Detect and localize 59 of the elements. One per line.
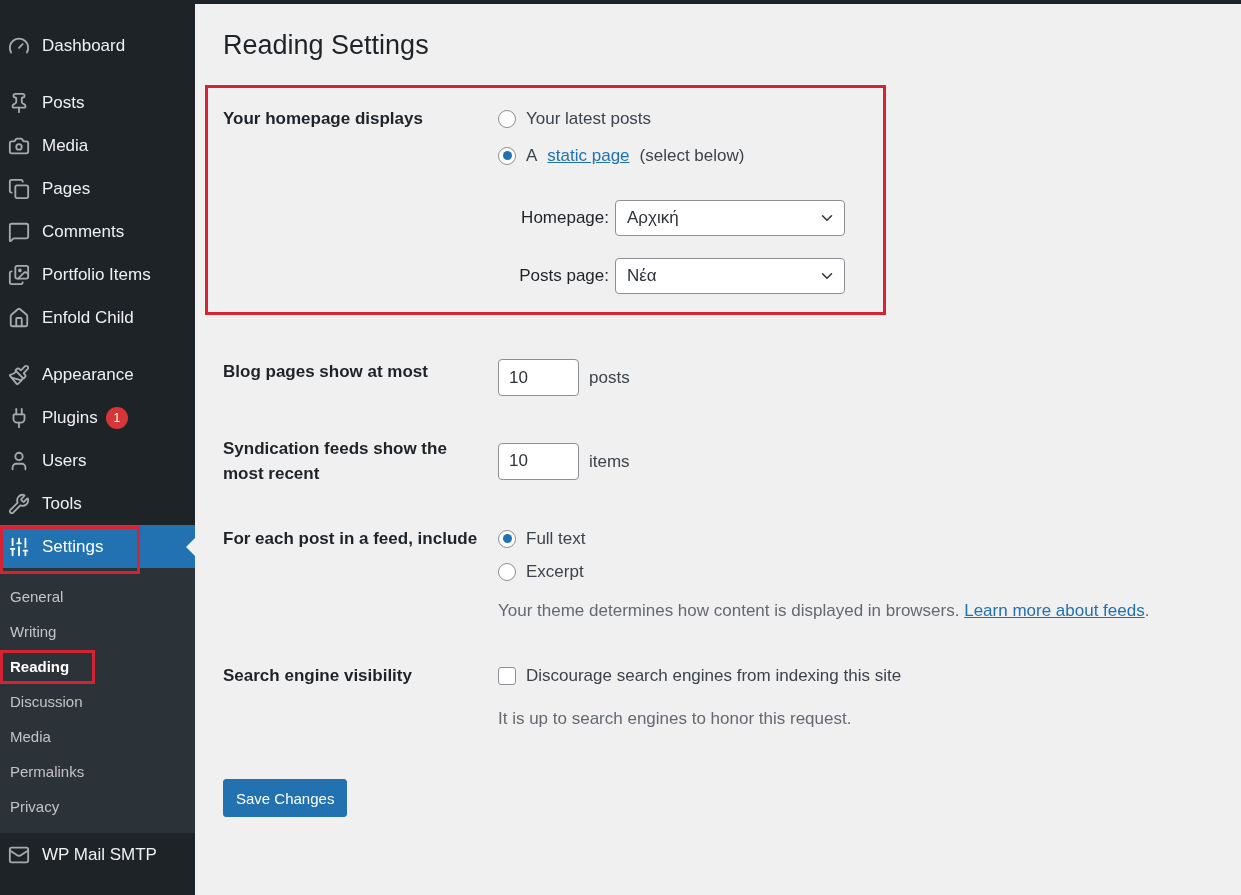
pointer-icon [186, 538, 195, 556]
menu-item[interactable]: Pages [0, 167, 195, 210]
number-field[interactable]: 10 [498, 359, 579, 396]
unit-label: items [589, 450, 630, 473]
pages-icon [8, 177, 30, 200]
menu-item[interactable]: Users [0, 439, 195, 482]
submenu-item[interactable]: Discussion [0, 685, 93, 719]
description-text: Your theme determines how content is displayed in browsers. Learn more about feeds. [498, 600, 1151, 622]
select-label: Posts page: [519, 266, 609, 286]
menu-item[interactable]: Dashboard [0, 24, 195, 67]
speech-bubble-icon [8, 220, 30, 243]
static-page-link[interactable]: static page [547, 143, 630, 168]
submenu-item[interactable]: Reading [0, 650, 96, 684]
checkbox[interactable] [498, 666, 516, 685]
setting-label: For each post in a feed, include [223, 528, 479, 550]
learn-more-link[interactable]: Learn more about feeds [964, 601, 1145, 620]
save-changes-button[interactable]: Save Changes [223, 779, 348, 817]
menu-item[interactable]: Plugins 1 [0, 396, 195, 439]
radio-button[interactable] [498, 562, 516, 581]
submenu-item[interactable]: General [0, 580, 74, 614]
submenu-item[interactable]: Privacy [0, 790, 70, 824]
paintbrush-icon [8, 363, 30, 386]
submenu-item[interactable]: Permalinks [0, 755, 95, 789]
number-field[interactable]: 10 [498, 442, 579, 480]
radio-button[interactable] [498, 529, 516, 548]
menu-item[interactable]: Settings [0, 525, 195, 568]
sliders-icon [8, 535, 30, 558]
submenu-item[interactable]: Media [0, 720, 61, 754]
page-title: Reading Settings [223, 30, 430, 61]
menu-item[interactable]: Media [0, 124, 195, 167]
option-label: Excerpt [526, 561, 584, 583]
menu-item[interactable]: Tools [0, 482, 195, 525]
option-label: (select below) [639, 145, 745, 167]
checkbox-label: Discourage search engines from indexing this site [526, 665, 902, 687]
description-text: It is up to search engines to honor this request. [498, 708, 853, 730]
menu-item[interactable]: Enfold Child [0, 296, 195, 339]
radio-button[interactable] [498, 109, 516, 128]
images-icon [8, 263, 30, 286]
select-label: Homepage: [521, 208, 609, 228]
setting-label: Search engine visibility [223, 665, 413, 687]
menu-item[interactable]: WP Mail SMTP [0, 833, 195, 876]
page-dropdown[interactable]: Αρχική [615, 200, 845, 236]
submenu-item[interactable]: Writing [0, 615, 67, 649]
option-label: A [526, 145, 538, 167]
option-label: Full text [526, 528, 586, 550]
menu-item[interactable]: Appearance [0, 353, 195, 396]
radio-button[interactable] [498, 146, 516, 165]
house-icon [8, 306, 30, 329]
setting-label: Your homepage displays [223, 108, 424, 130]
page-dropdown[interactable]: Νέα [615, 258, 845, 294]
wrench-icon [8, 492, 30, 515]
menu-item[interactable]: Posts [0, 81, 195, 124]
option-label: Your latest posts [526, 108, 652, 130]
unit-label: posts [589, 367, 630, 389]
menu-item[interactable]: Portfolio Items [0, 253, 195, 296]
setting-label: Blog pages show at most [223, 361, 429, 383]
count-badge: 1 [105, 406, 128, 429]
setting-label: Syndication feeds show the most recent [223, 438, 448, 485]
menu-item[interactable]: Comments [0, 210, 195, 253]
